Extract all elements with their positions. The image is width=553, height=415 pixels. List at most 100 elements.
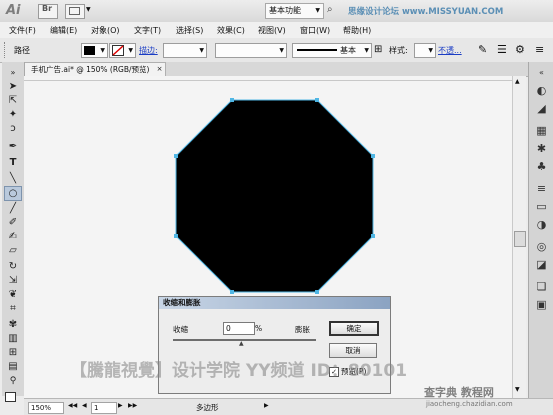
dialog-title: 收缩和膨胀 xyxy=(159,297,390,309)
gradient-panel-icon[interactable]: ▭ xyxy=(534,200,549,214)
chevron-down-icon: ▼ xyxy=(315,7,320,14)
workspace-label: 基本功能 xyxy=(269,6,301,15)
warp-icon[interactable]: ❦ xyxy=(5,288,21,301)
eyedropper-icon[interactable]: ⚲ xyxy=(5,375,21,388)
swatches-icon[interactable]: ▦ xyxy=(534,124,549,138)
blob-brush-icon[interactable]: ✍ xyxy=(5,230,21,243)
menu-help[interactable]: 帮助(H) xyxy=(343,25,371,36)
watermark-bottom: 【騰龍視覺】设计学院 YY频道 ID：80101 xyxy=(70,361,408,381)
symbol-sprayer-icon[interactable]: ✾ xyxy=(5,318,21,331)
color-guide-icon[interactable]: ◢ xyxy=(534,102,549,116)
menu-edit[interactable]: 编辑(E) xyxy=(50,25,77,36)
arrange-documents-button[interactable] xyxy=(65,4,85,19)
menu-object[interactable]: 对象(O) xyxy=(91,25,120,36)
unit-label: % xyxy=(255,324,263,333)
vertical-scrollbar[interactable]: ▲ ▼ xyxy=(512,76,526,398)
panel-dock: « ◐ ◢ ▦ ✱ ♣ ≡ ▭ ◑ ◎ ◪ ❏ ▣ xyxy=(528,62,553,398)
magic-wand-icon[interactable]: ✦ xyxy=(5,108,21,121)
recolor-icon[interactable]: ✎ xyxy=(478,43,487,56)
fill-swatch[interactable]: ▼ xyxy=(81,43,108,58)
align-icon[interactable]: ☰ xyxy=(497,43,507,56)
slider-thumb-icon[interactable]: ▲ xyxy=(239,340,244,347)
symbols-icon[interactable]: ♣ xyxy=(534,160,549,174)
arrange-dropdown-icon[interactable]: ▼ xyxy=(86,6,91,13)
appearance-icon[interactable]: ◎ xyxy=(534,240,549,254)
stroke-icon[interactable]: ≡ xyxy=(534,182,549,196)
title-bar: Ai Br ▼ 基本功能 ▼ ⌕ 思缘设计论坛 www.MISSYUAN.COM xyxy=(0,0,553,23)
first-page-icon[interactable]: ◀◀ xyxy=(68,402,77,409)
menu-window[interactable]: 窗口(W) xyxy=(300,25,330,36)
control-bar: 路径 ▼ ▼ 描边: ▼ ▼ 基本 ▼ ⊞ 样式: ▼ 不透... ✎ ☰ ⚙ … xyxy=(0,38,553,63)
graphic-styles-icon[interactable]: ◪ xyxy=(534,258,549,272)
current-tool-label: 多边形 xyxy=(196,403,219,412)
brush-dropdown[interactable]: 基本 ▼ xyxy=(292,43,372,58)
search-icon[interactable]: ⌕ xyxy=(327,4,333,15)
offset-input[interactable]: 0 xyxy=(223,322,255,335)
artboards-icon[interactable]: ▣ xyxy=(534,298,549,312)
next-page-icon[interactable]: ▶ xyxy=(118,402,123,409)
transparency-icon[interactable]: ◑ xyxy=(534,218,549,232)
scroll-up-icon[interactable]: ▲ xyxy=(515,78,520,85)
eraser-icon[interactable]: ▱ xyxy=(5,244,21,257)
stroke-swatch[interactable]: ▼ xyxy=(109,43,136,58)
document-tab[interactable]: 手机广告.ai* @ 150% (RGB/预览) × xyxy=(24,62,167,76)
transform-icon[interactable]: ⚙ xyxy=(515,43,525,56)
shrink-label: 收缩 xyxy=(173,325,188,334)
style-label: 样式: xyxy=(389,46,408,55)
scale-icon[interactable]: ⇲ xyxy=(5,274,21,287)
offset-slider-track[interactable] xyxy=(173,339,316,341)
graph-style-icon[interactable]: ⊞ xyxy=(374,44,382,55)
close-icon[interactable]: × xyxy=(157,63,163,76)
menu-effect[interactable]: 效果(C) xyxy=(217,25,245,36)
last-page-icon[interactable]: ▶▶ xyxy=(128,402,137,409)
grip-icon xyxy=(4,42,8,58)
opacity-link[interactable]: 不透... xyxy=(438,45,462,56)
page-field[interactable]: 1 xyxy=(91,402,117,414)
panel-menu-icon[interactable]: ≡ xyxy=(535,43,544,56)
tools-panel: » ➤ ⇱ ✦ ↄ ✒ T ╲ ○ ╱ ✐ ✍ ▱ ↻ ⇲ ❦ ⌗ ✾ ▥ ⊞ … xyxy=(2,62,25,402)
rotate-icon[interactable]: ↻ xyxy=(5,260,21,273)
pen-icon[interactable]: ✒ xyxy=(5,140,21,153)
layers-icon[interactable]: ❏ xyxy=(534,280,549,294)
gradient-icon[interactable]: ▤ xyxy=(5,360,21,373)
menu-file[interactable]: 文件(F) xyxy=(9,25,36,36)
zoom-field[interactable]: 150% xyxy=(28,402,64,414)
menu-type[interactable]: 文字(T) xyxy=(134,25,161,36)
pencil-icon[interactable]: ✐ xyxy=(5,216,21,229)
workspace-switcher[interactable]: 基本功能 ▼ xyxy=(265,3,324,19)
bridge-button[interactable]: Br xyxy=(38,4,58,19)
watermark-top: 思缘设计论坛 www.MISSYUAN.COM xyxy=(348,7,504,17)
expand-label: 膨胀 xyxy=(295,325,310,334)
ellipse-icon[interactable]: ○ xyxy=(4,186,22,201)
stroke-weight-field[interactable]: ▼ xyxy=(163,43,207,58)
scroll-thumb[interactable] xyxy=(514,231,526,247)
graph-icon[interactable]: ▥ xyxy=(5,332,21,345)
paintbrush-icon[interactable]: ╱ xyxy=(5,202,21,215)
page-value: 1 xyxy=(94,404,99,412)
prev-page-icon[interactable]: ◀ xyxy=(82,402,87,409)
status-menu-icon[interactable]: ▶ xyxy=(264,402,269,409)
selection-arrow-icon[interactable]: ➤ xyxy=(5,80,21,93)
ai-logo: Ai xyxy=(6,3,21,18)
color-icon[interactable]: ◐ xyxy=(534,84,549,98)
ok-button[interactable]: 确定 xyxy=(329,321,379,336)
brushes-icon[interactable]: ✱ xyxy=(534,142,549,156)
expand-panels-icon[interactable]: « xyxy=(534,66,549,80)
line-icon[interactable]: ╲ xyxy=(5,172,21,185)
collapse-tools-icon[interactable]: » xyxy=(5,66,21,79)
direct-select-icon[interactable]: ⇱ xyxy=(5,94,21,107)
menu-select[interactable]: 选择(S) xyxy=(176,25,203,36)
octagon-shape[interactable] xyxy=(175,99,374,293)
watermark-url: jiaocheng.chazidian.com xyxy=(426,400,513,408)
zoom-value: 150% xyxy=(31,404,52,412)
lasso-icon[interactable]: ↄ xyxy=(5,122,21,135)
scroll-down-icon[interactable]: ▼ xyxy=(515,386,520,393)
menu-view[interactable]: 视图(V) xyxy=(258,25,286,36)
type-icon[interactable]: T xyxy=(5,156,21,169)
style-dropdown[interactable]: ▼ xyxy=(414,43,436,58)
stroke-link[interactable]: 描边: xyxy=(139,45,158,56)
variable-width-dropdown[interactable]: ▼ xyxy=(215,43,287,58)
fill-color-icon[interactable] xyxy=(5,392,16,402)
free-transform-icon[interactable]: ⌗ xyxy=(5,302,21,315)
mesh-icon[interactable]: ⊞ xyxy=(5,346,21,359)
